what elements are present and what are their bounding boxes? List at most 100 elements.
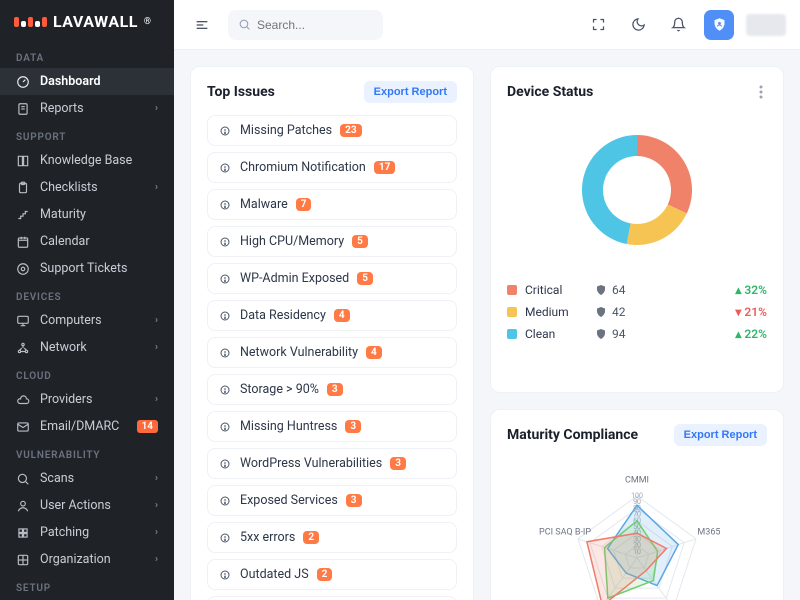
sidebar-section-label: DATA <box>0 43 174 68</box>
issue-row[interactable]: WP-Admin Exposed5 <box>207 263 457 294</box>
issue-count-badge: 7 <box>296 198 312 211</box>
chevron-right-icon: › <box>155 103 158 114</box>
issue-row[interactable]: 5xx errors2 <box>207 522 457 553</box>
issue-count-badge: 5 <box>357 272 373 285</box>
maturity-title: Maturity Compliance <box>507 427 638 443</box>
fullscreen-button[interactable] <box>584 11 612 39</box>
theme-toggle-button[interactable] <box>624 11 652 39</box>
search-icon <box>238 18 251 31</box>
sidebar-item-label: Providers <box>40 392 93 407</box>
sidebar-section-label: SUPPORT <box>0 122 174 147</box>
issue-row[interactable]: PCI Compliance2 <box>207 596 457 600</box>
sidebar-section-label: CLOUD <box>0 361 174 386</box>
issue-label: Data Residency <box>240 308 326 323</box>
sidebar-section-label: VULNERABILITY <box>0 440 174 465</box>
issue-row[interactable]: Malware7 <box>207 189 457 220</box>
issue-count-badge: 5 <box>352 235 368 248</box>
maturity-compliance-card: Maturity Compliance Export Report CMMIM3… <box>490 409 784 600</box>
topbar <box>174 0 800 50</box>
legend-swatch <box>507 329 517 339</box>
issue-row[interactable]: Storage > 90%3 <box>207 374 457 405</box>
globe-icon <box>218 309 232 323</box>
bug-icon <box>218 198 232 212</box>
device-status-card: Device Status Critical64▴ 32%Medium42▾ 2… <box>490 66 784 393</box>
logo-mark-icon <box>14 17 47 27</box>
maturity-radar-chart: CMMIM365SOC2AWSPCI SAQ B-IP1020304050607… <box>507 458 767 600</box>
issue-count-badge: 4 <box>334 309 350 322</box>
gauge-icon <box>16 75 30 89</box>
sidebar-item-label: Calendar <box>40 234 90 249</box>
puzzle-icon <box>16 526 30 540</box>
js-icon <box>218 568 232 582</box>
search-icon <box>16 472 30 486</box>
sidebar-item-user-actions[interactable]: User Actions› <box>0 492 174 519</box>
device-status-menu-button[interactable] <box>755 81 767 103</box>
sidebar-item-network[interactable]: Network› <box>0 334 174 361</box>
sidebar-item-label: Patching <box>40 525 89 540</box>
menu-toggle-button[interactable] <box>188 11 216 39</box>
cpu-icon <box>218 235 232 249</box>
account-shield-button[interactable] <box>704 10 734 40</box>
sidebar-item-email-dmarc[interactable]: Email/DMARC14 <box>0 413 174 440</box>
sidebar-item-organization[interactable]: Organization› <box>0 546 174 573</box>
user-icon <box>16 499 30 513</box>
issue-label: Chromium Notification <box>240 160 366 175</box>
notifications-button[interactable] <box>664 11 692 39</box>
net-icon <box>218 346 232 360</box>
sidebar-item-label: Organization <box>40 552 111 567</box>
issue-row[interactable]: Data Residency 4 <box>207 300 457 331</box>
sidebar-item-scans[interactable]: Scans› <box>0 465 174 492</box>
chevron-right-icon: › <box>155 315 158 326</box>
issue-row[interactable]: Outdated JS2 <box>207 559 457 590</box>
issue-row[interactable]: WordPress Vulnerabilities3 <box>207 448 457 479</box>
sidebar-item-calendar[interactable]: Calendar <box>0 228 174 255</box>
wp-icon <box>218 457 232 471</box>
dashboard-content: Top Issues Export Report Missing Patches… <box>174 50 800 600</box>
legend-delta: ▾ 21% <box>735 305 767 319</box>
svg-text:100: 100 <box>631 492 643 500</box>
sidebar-item-providers[interactable]: Providers› <box>0 386 174 413</box>
sidebar-item-dashboard[interactable]: Dashboard <box>0 68 174 95</box>
brand-name: LAVAWALL <box>53 12 138 31</box>
issue-row[interactable]: Chromium Notification17 <box>207 152 457 183</box>
error-icon <box>218 531 232 545</box>
issue-row[interactable]: Missing Patches23 <box>207 115 457 146</box>
org-icon <box>16 553 30 567</box>
svg-text:PCI SAQ B-IP: PCI SAQ B-IP <box>539 527 591 537</box>
book-icon <box>16 154 30 168</box>
svg-text:M365: M365 <box>697 527 720 537</box>
issue-label: High CPU/Memory <box>240 234 344 249</box>
sidebar-item-maturity[interactable]: Maturity <box>0 201 174 228</box>
legend-value: 42 <box>612 305 626 319</box>
issue-row[interactable]: Missing Huntress3 <box>207 411 457 442</box>
sidebar-item-reports[interactable]: Reports› <box>0 95 174 122</box>
cloud-icon <box>16 393 30 407</box>
issue-label: Missing Huntress <box>240 419 337 434</box>
legend-swatch <box>507 307 517 317</box>
issue-row[interactable]: High CPU/Memory 5 <box>207 226 457 257</box>
sidebar-item-label: User Actions <box>40 498 111 513</box>
search-box[interactable] <box>228 10 383 40</box>
brand-logo[interactable]: LAVAWALL ® <box>0 0 174 43</box>
sidebar-item-support-tickets[interactable]: Support Tickets <box>0 255 174 282</box>
search-input[interactable] <box>257 18 373 32</box>
issue-count-badge: 2 <box>317 568 333 581</box>
legend-row: Critical64▴ 32% <box>507 279 767 301</box>
sidebar-item-patching[interactable]: Patching › <box>0 519 174 546</box>
sidebar-item-label: Knowledge Base <box>40 153 132 168</box>
issue-label: Network Vulnerability <box>240 345 358 360</box>
issue-row[interactable]: Network Vulnerability4 <box>207 337 457 368</box>
account-label[interactable] <box>746 14 786 36</box>
sidebar-item-knowledge-base[interactable]: Knowledge Base <box>0 147 174 174</box>
sidebar-item-label: Support Tickets <box>40 261 127 276</box>
sidebar-item-computers[interactable]: Computers› <box>0 307 174 334</box>
legend-label: Medium <box>525 305 595 319</box>
sidebar-item-label: Checklists <box>40 180 98 195</box>
export-maturity-button[interactable]: Export Report <box>674 424 767 446</box>
issue-row[interactable]: Exposed Services3 <box>207 485 457 516</box>
export-top-issues-button[interactable]: Export Report <box>364 81 457 103</box>
issue-label: 5xx errors <box>240 530 295 545</box>
chevron-right-icon: › <box>155 527 158 538</box>
sidebar: LAVAWALL ® DATADashboardReports›SUPPORT K… <box>0 0 174 600</box>
sidebar-item-checklists[interactable]: Checklists› <box>0 174 174 201</box>
